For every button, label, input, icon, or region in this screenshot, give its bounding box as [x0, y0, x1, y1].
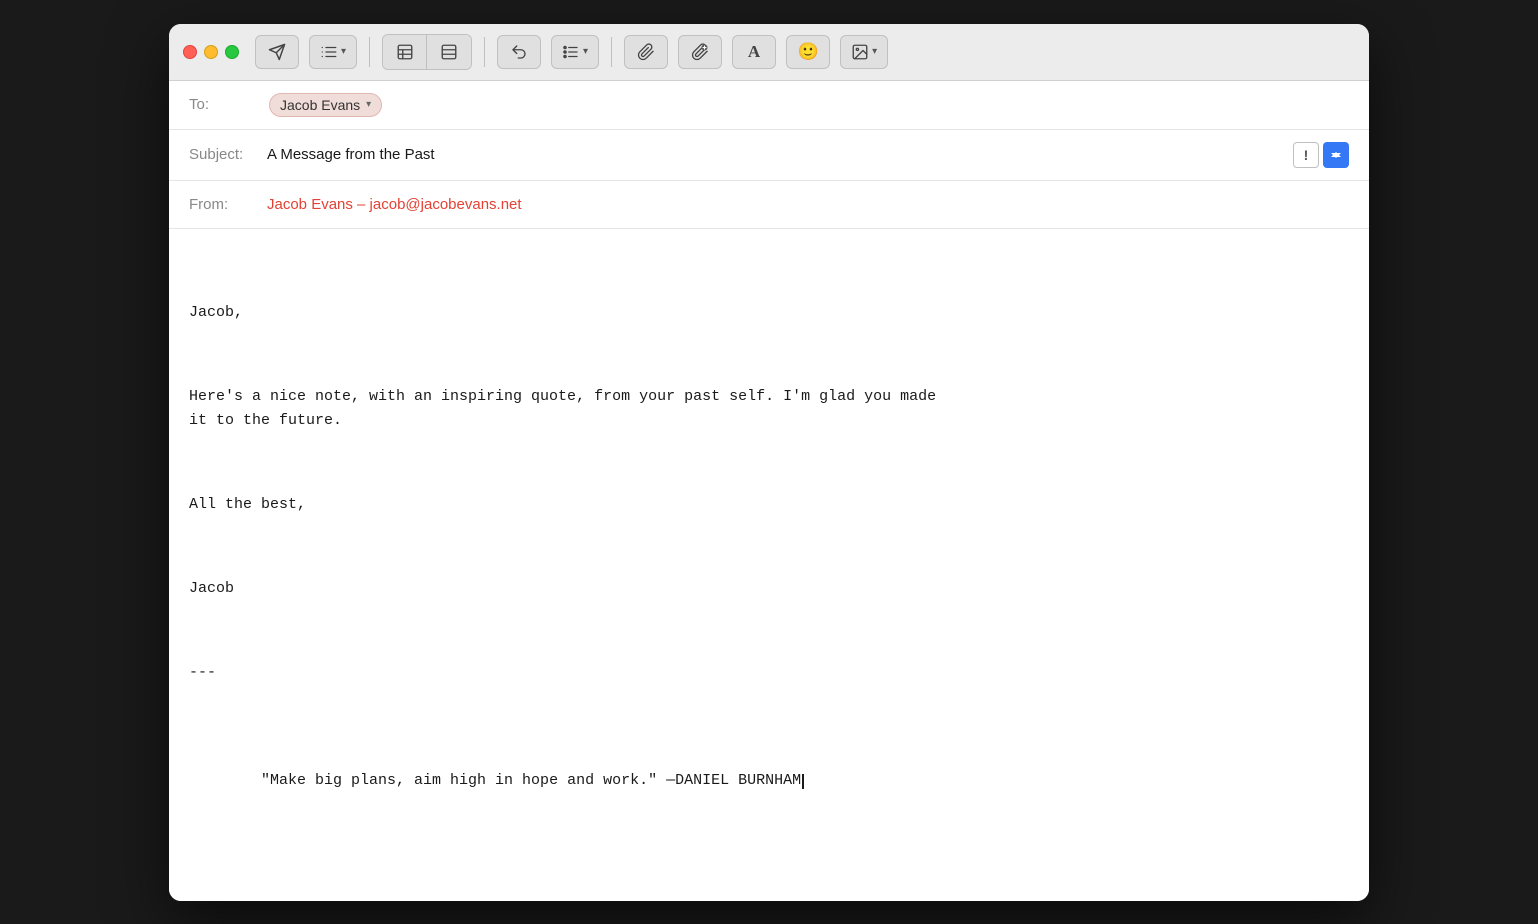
toolbar: ▾ — [169, 24, 1369, 81]
compose-area: To: Jacob Evans ▾ Subject: A Message fro… — [169, 81, 1369, 901]
photo-chevron-icon: ▾ — [872, 46, 877, 57]
mail-compose-window: ▾ — [169, 24, 1369, 901]
photo-dropdown-button[interactable]: ▾ — [840, 35, 888, 69]
subject-field[interactable]: A Message from the Past — [267, 146, 1293, 163]
bullets-icon — [562, 43, 580, 61]
bullets-dropdown-button[interactable]: ▾ — [551, 35, 599, 69]
from-label: From: — [189, 196, 259, 213]
body-area[interactable]: Jacob, Here's a nice note, with an inspi… — [169, 229, 1369, 901]
attach-extra-icon — [691, 43, 709, 61]
body-greeting: Jacob, — [189, 301, 1349, 325]
to-label: To: — [189, 96, 259, 113]
list-chevron-icon: ▾ — [341, 46, 346, 57]
recipient-tag[interactable]: Jacob Evans ▾ — [269, 93, 382, 117]
body-signature-name: Jacob — [189, 577, 1349, 601]
close-button[interactable] — [183, 45, 197, 59]
show-fields-button[interactable] — [383, 35, 427, 69]
bullets-chevron-icon: ▾ — [583, 46, 588, 57]
priority-button[interactable]: ! — [1293, 142, 1319, 168]
reply-icon — [510, 43, 528, 61]
stepper-arrows-icon — [1329, 148, 1343, 162]
body-closing: All the best, — [189, 493, 1349, 517]
photo-icon — [851, 43, 869, 61]
show-fields-icon — [396, 43, 414, 61]
from-row: From: Jacob Evans – jacob@jacobevans.net — [169, 181, 1369, 229]
body-divider: --- — [189, 661, 1349, 685]
reply-button[interactable] — [497, 35, 541, 69]
emoji-button[interactable]: 🙂 — [786, 35, 830, 69]
traffic-lights — [183, 45, 239, 59]
list-icon — [320, 43, 338, 61]
attach-icon — [637, 43, 655, 61]
font-icon: A — [748, 42, 760, 62]
subject-row: Subject: A Message from the Past ! — [169, 130, 1369, 181]
from-value[interactable]: Jacob Evans – jacob@jacobevans.net — [267, 196, 522, 213]
stepper-button[interactable] — [1323, 142, 1349, 168]
font-button[interactable]: A — [732, 35, 776, 69]
send-icon — [268, 43, 286, 61]
fields-toggle-group — [382, 34, 472, 70]
recipient-name: Jacob Evans — [280, 97, 360, 113]
maximize-button[interactable] — [225, 45, 239, 59]
emoji-icon: 🙂 — [797, 42, 818, 62]
hide-fields-icon — [440, 43, 458, 61]
toolbar-divider-1 — [369, 37, 370, 67]
text-cursor — [802, 774, 804, 789]
list-dropdown-button[interactable]: ▾ — [309, 35, 357, 69]
to-row: To: Jacob Evans ▾ — [169, 81, 1369, 130]
subject-controls: ! — [1293, 142, 1349, 168]
stepper-icon — [1329, 148, 1343, 162]
attach-extra-button[interactable] — [678, 35, 722, 69]
send-button[interactable] — [255, 35, 299, 69]
minimize-button[interactable] — [204, 45, 218, 59]
toolbar-divider-2 — [484, 37, 485, 67]
toolbar-divider-3 — [611, 37, 612, 67]
hide-fields-button[interactable] — [427, 35, 471, 69]
body-paragraph1: Here's a nice note, with an inspiring qu… — [189, 385, 1349, 433]
recipient-chevron-icon: ▾ — [366, 99, 371, 110]
subject-label: Subject: — [189, 146, 259, 163]
body-quote: "Make big plans, aim high in hope and wo… — [189, 745, 1349, 817]
attach-button[interactable] — [624, 35, 668, 69]
